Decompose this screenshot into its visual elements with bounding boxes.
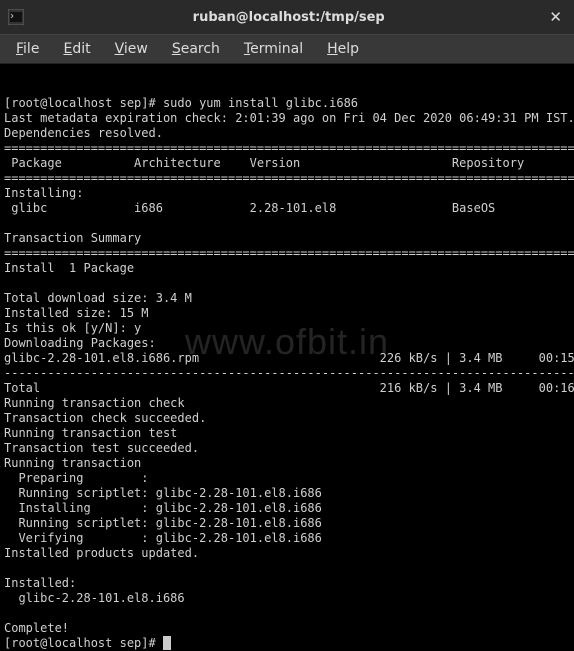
output-line: Preparing : 1/1 (4, 471, 574, 485)
window-titlebar: ruban@localhost:/tmp/sep ✕ (0, 0, 574, 34)
menu-edit[interactable]: Edit (51, 37, 102, 61)
output-line: Last metadata expiration check: 2:01:39 … (4, 111, 574, 125)
output-rule: ========================================… (4, 171, 574, 185)
output-line: Verifying : glibc-2.28-101.el8.i686 1/1 (4, 531, 574, 545)
output-line: glibc-2.28-101.el8.i686.rpm 226 kB/s | 3… (4, 351, 574, 365)
output-line: Transaction test succeeded. (4, 441, 199, 455)
prompt: [root@localhost sep]# (4, 636, 163, 650)
output-line: Running transaction test (4, 426, 177, 440)
table-row: glibc i686 2.28-101.el8 BaseOS 3.4 M (4, 201, 574, 215)
output-line: Complete! (4, 621, 69, 635)
command-text: sudo yum install glibc.i686 (163, 96, 358, 110)
menu-help[interactable]: Help (315, 37, 371, 61)
output-line: Total download size: 3.4 M (4, 291, 192, 305)
output-line: Total 216 kB/s | 3.4 MB 00:16 (4, 381, 574, 395)
menu-view[interactable]: View (103, 37, 160, 61)
close-icon[interactable]: ✕ (545, 8, 566, 26)
cursor (163, 636, 171, 650)
menu-file[interactable]: File (4, 37, 51, 61)
output-line: Installed size: 15 M (4, 306, 149, 320)
output-line: Transaction check succeeded. (4, 411, 206, 425)
output-line: Is this ok [y/N]: y (4, 321, 141, 335)
output-line: Installing : glibc-2.28-101.el8.i686 1/1 (4, 501, 574, 515)
output-rule: ========================================… (4, 141, 574, 155)
output-line: Running scriptlet: glibc-2.28-101.el8.i6… (4, 486, 574, 500)
output-line: Installed products updated. (4, 546, 199, 560)
menu-terminal[interactable]: Terminal (232, 37, 315, 61)
output-rule: ----------------------------------------… (4, 366, 574, 380)
output-line: Running transaction check (4, 396, 185, 410)
terminal-output[interactable]: www.ofbit.in [root@localhost sep]# sudo … (0, 64, 574, 622)
terminal-icon (8, 9, 24, 25)
output-line: glibc-2.28-101.el8.i686 (4, 591, 185, 605)
output-line: Installed: (4, 576, 76, 590)
output-line: Dependencies resolved. (4, 126, 163, 140)
menubar: File Edit View Search Terminal Help (0, 34, 574, 64)
output-line: Downloading Packages: (4, 336, 156, 350)
output-line: Running scriptlet: glibc-2.28-101.el8.i6… (4, 516, 574, 530)
watermark-text: www.ofbit.in (185, 334, 389, 349)
output-rule: ========================================… (4, 246, 574, 260)
prompt: [root@localhost sep]# (4, 96, 163, 110)
output-line: Install 1 Package (4, 261, 134, 275)
output-line: Running transaction (4, 456, 141, 470)
table-header: Package Architecture Version Repository … (4, 156, 574, 170)
menu-search[interactable]: Search (160, 37, 232, 61)
output-line: Transaction Summary (4, 231, 141, 245)
window-title: ruban@localhost:/tmp/sep (32, 10, 545, 25)
output-line: Installing: (4, 186, 83, 200)
